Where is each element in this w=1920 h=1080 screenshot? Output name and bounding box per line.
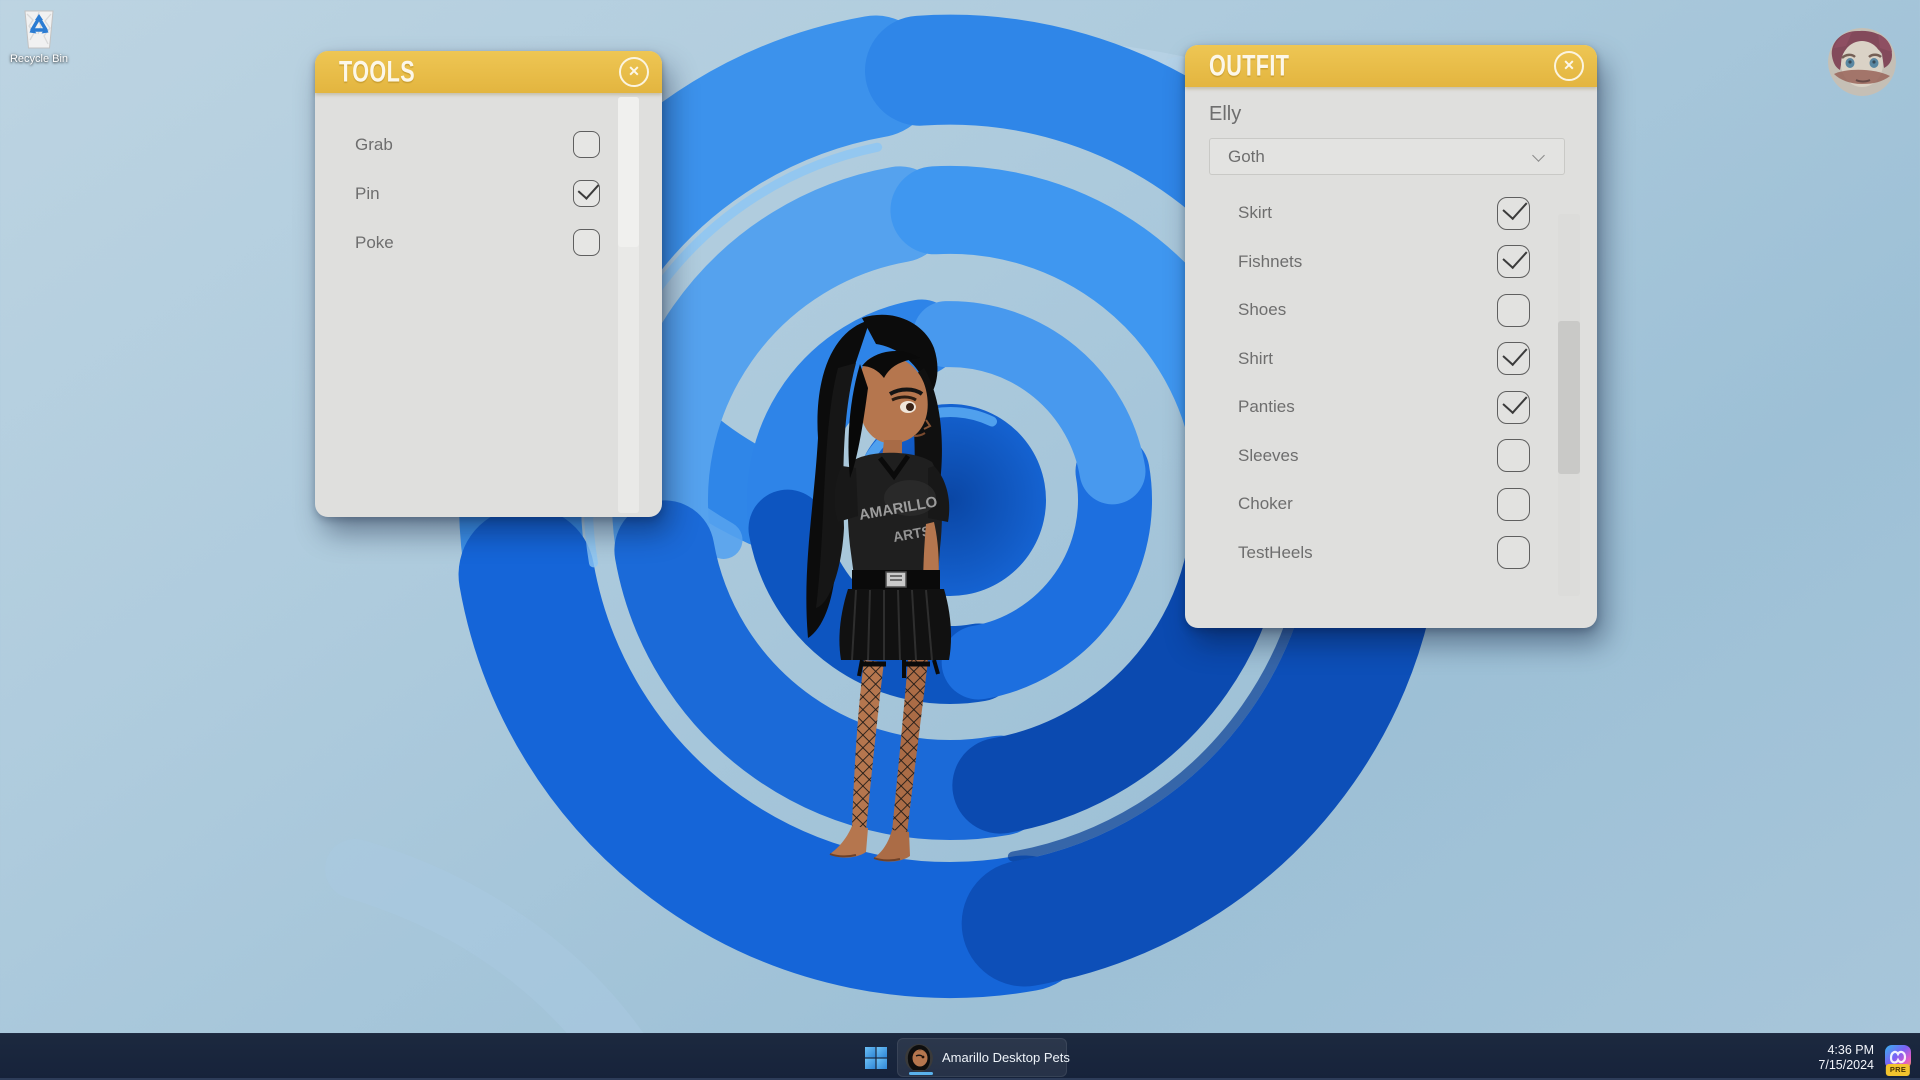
outfit-item-label: Skirt <box>1238 203 1272 223</box>
outfit-item-checkbox[interactable] <box>1497 488 1530 521</box>
recycle-bin[interactable]: Recycle Bin <box>6 6 72 65</box>
outfit-window-title: OUTFIT <box>1209 49 1289 82</box>
outfit-style-dropdown[interactable]: Goth <box>1209 138 1565 175</box>
outfit-close-icon[interactable]: ✕ <box>1554 51 1584 81</box>
outfit-item-row: Shoes <box>1238 286 1530 335</box>
taskbar-app-amarillo-desktop-pets[interactable]: Amarillo Desktop Pets <box>897 1038 1067 1077</box>
outfit-window: OUTFIT ✕ Elly Goth Skirt Fishnets Shoes … <box>1185 45 1597 628</box>
outfit-item-row: Skirt <box>1238 189 1530 238</box>
outfit-item-label: Sleeves <box>1238 446 1298 466</box>
outfit-item-checkbox[interactable] <box>1497 439 1530 472</box>
outfit-item-label: Shirt <box>1238 349 1273 369</box>
tool-label: Poke <box>355 233 394 253</box>
copilot-pre-badge: PRE <box>1886 1064 1910 1076</box>
outfit-item-row: Sleeves <box>1238 432 1530 481</box>
outfit-item-label: Choker <box>1238 494 1293 514</box>
recycle-bin-label: Recycle Bin <box>6 53 72 65</box>
clock-time: 4:36 PM <box>1818 1043 1874 1058</box>
outfit-style-selected: Goth <box>1228 147 1265 167</box>
windows-logo-icon <box>864 1046 888 1070</box>
outfit-scrollbar[interactable] <box>1558 214 1580 596</box>
outfit-window-titlebar[interactable]: OUTFIT ✕ <box>1185 45 1597 87</box>
tools-window-title: TOOLS <box>339 55 415 88</box>
tools-scrollbar-thumb[interactable] <box>618 97 639 247</box>
tool-checkbox[interactable] <box>573 131 600 158</box>
outfit-item-label: Panties <box>1238 397 1295 417</box>
clock-date: 7/15/2024 <box>1818 1058 1874 1073</box>
outfit-item-label: Fishnets <box>1238 252 1302 272</box>
outfit-item-row: TestHeels <box>1238 529 1530 578</box>
taskbar: Amarillo Desktop Pets 4:36 PM 7/15/2024 … <box>0 1033 1920 1080</box>
start-button[interactable] <box>861 1043 891 1073</box>
system-tray: 4:36 PM 7/15/2024 PRE <box>1818 1034 1912 1080</box>
tool-row: Poke <box>355 218 600 267</box>
outfit-item-checkbox[interactable] <box>1497 294 1530 327</box>
tool-row: Grab <box>355 120 600 169</box>
tools-checklist: Grab Pin Poke <box>315 93 662 267</box>
outfit-scrollbar-thumb[interactable] <box>1558 321 1580 474</box>
outfit-item-row: Shirt <box>1238 335 1530 384</box>
app-avatar-icon <box>905 1044 933 1072</box>
tools-window: TOOLS ✕ Grab Pin Poke <box>315 51 662 517</box>
outfit-item-checkbox[interactable] <box>1497 536 1530 569</box>
tools-window-titlebar[interactable]: TOOLS ✕ <box>315 51 662 93</box>
tool-checkbox[interactable] <box>573 229 600 256</box>
running-app-indicator <box>909 1072 933 1075</box>
outfit-item-checkbox[interactable] <box>1497 245 1530 278</box>
pet-name-label: Elly <box>1209 103 1573 126</box>
tools-close-icon[interactable]: ✕ <box>619 57 649 87</box>
outfit-checklist: Skirt Fishnets Shoes Shirt Panties <box>1185 175 1597 577</box>
corner-avatar-icon <box>1828 28 1896 96</box>
tools-scrollbar[interactable] <box>618 97 639 513</box>
tool-row: Pin <box>355 169 600 218</box>
outfit-item-row: Fishnets <box>1238 238 1530 287</box>
chevron-down-icon <box>1534 151 1544 161</box>
outfit-item-label: Shoes <box>1238 300 1286 320</box>
tool-label: Pin <box>355 184 380 204</box>
outfit-item-checkbox[interactable] <box>1497 391 1530 424</box>
copilot-tray-icon[interactable]: PRE <box>1884 1044 1912 1072</box>
outfit-item-row: Choker <box>1238 480 1530 529</box>
taskbar-clock[interactable]: 4:36 PM 7/15/2024 <box>1818 1043 1874 1073</box>
tool-label: Grab <box>355 135 393 155</box>
outfit-item-label: TestHeels <box>1238 543 1313 563</box>
app-corner-avatar[interactable] <box>1828 28 1896 96</box>
desktop-pet-character[interactable]: AMARILLO ARTS <box>742 308 967 883</box>
recycle-bin-icon <box>17 6 61 52</box>
outfit-item-row: Panties <box>1238 383 1530 432</box>
app-button-label: Amarillo Desktop Pets <box>942 1050 1070 1065</box>
tool-checkbox[interactable] <box>573 180 600 207</box>
outfit-item-checkbox[interactable] <box>1497 342 1530 375</box>
outfit-item-checkbox[interactable] <box>1497 197 1530 230</box>
